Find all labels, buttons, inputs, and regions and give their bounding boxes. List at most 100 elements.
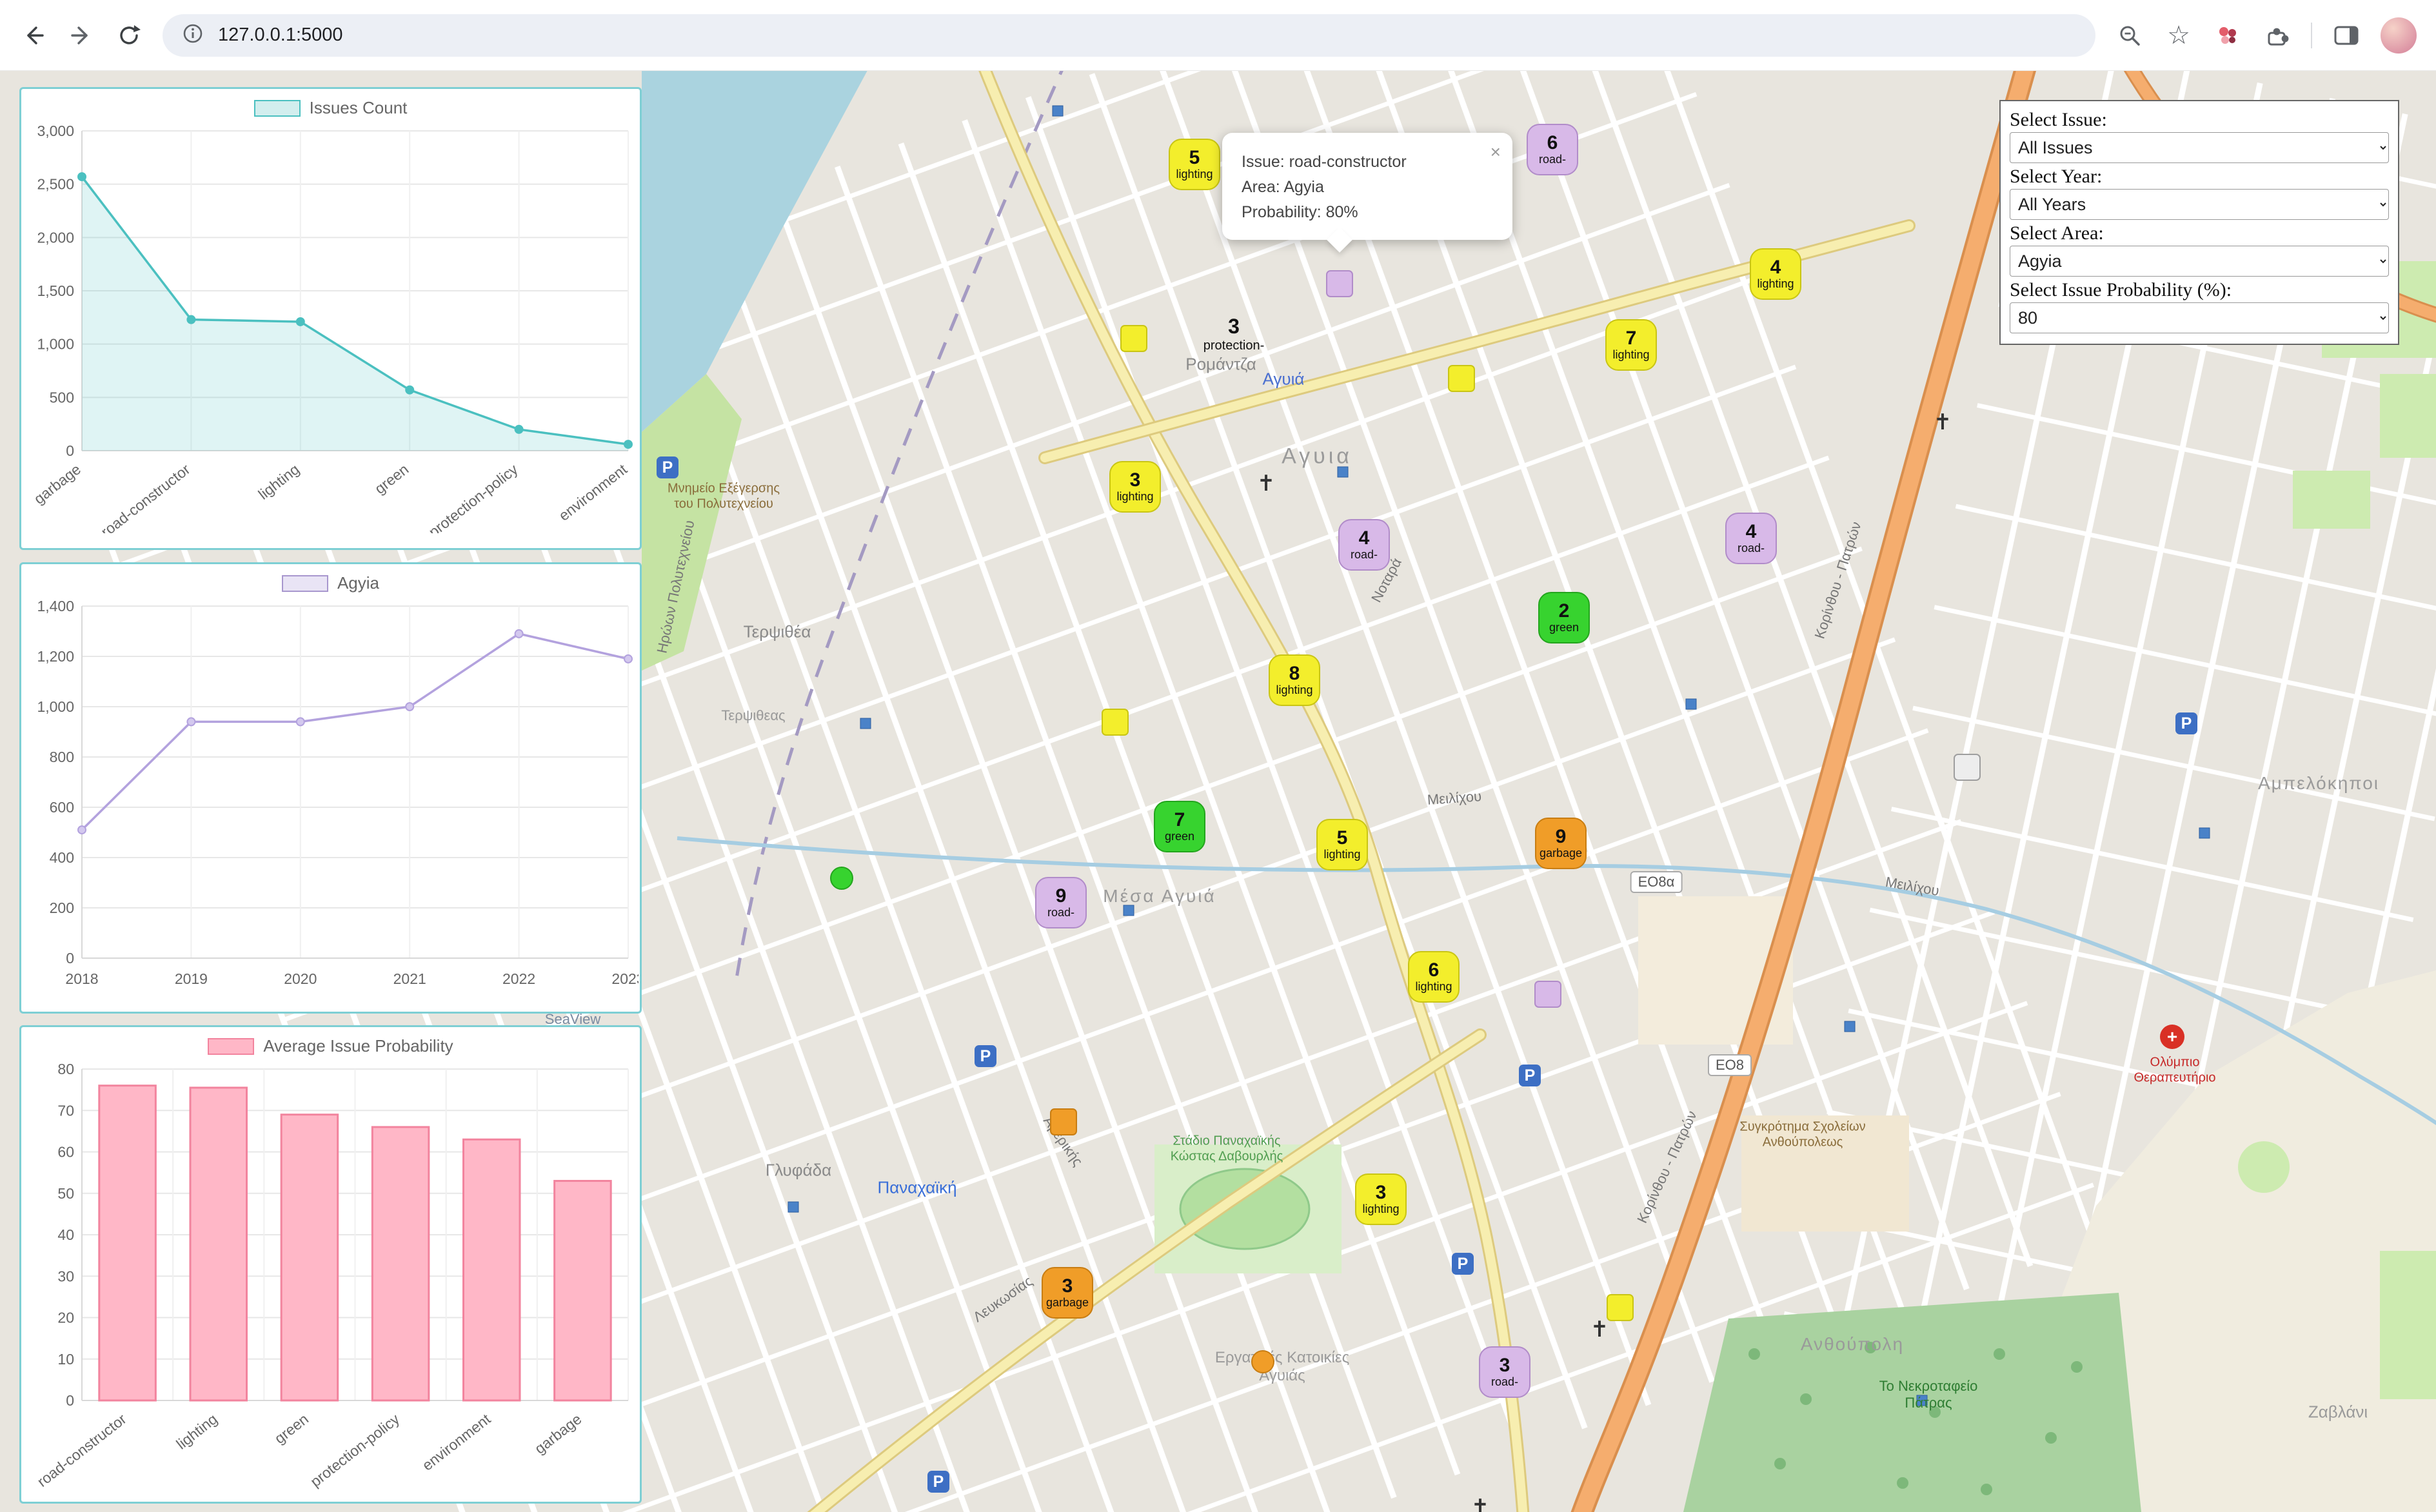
map-marker-lighting[interactable]: 6 lighting bbox=[1408, 951, 1460, 1003]
svg-text:road-constructor: road-constructor bbox=[98, 460, 193, 533]
map-marker-lighting[interactable] bbox=[1102, 709, 1129, 736]
zoom-icon[interactable] bbox=[2115, 21, 2144, 50]
route-badge: ΕΟ8 bbox=[1707, 1054, 1752, 1076]
svg-text:600: 600 bbox=[50, 799, 74, 816]
map-marker-road-[interactable]: 9 road- bbox=[1035, 877, 1087, 928]
map-marker-lighting[interactable]: 5 lighting bbox=[1316, 819, 1368, 870]
address-bar[interactable]: 127.0.0.1:5000 bbox=[163, 14, 2095, 57]
popup-probability-line: Probability: 80% bbox=[1242, 202, 1358, 221]
svg-text:50: 50 bbox=[57, 1185, 74, 1202]
map-marker-garbage[interactable]: 3 garbage bbox=[1042, 1267, 1093, 1319]
extensions-puzzle-icon[interactable] bbox=[2262, 21, 2292, 50]
map-marker-green[interactable]: 7 green bbox=[1154, 801, 1205, 852]
marker-issue-label: lighting bbox=[1362, 1203, 1400, 1215]
church-cross-icon: ✝ bbox=[1590, 1317, 1609, 1342]
probability-select[interactable]: 80 bbox=[2010, 302, 2389, 333]
map-marker-neutral[interactable] bbox=[1954, 754, 1981, 781]
marker-issue-label: green bbox=[1164, 830, 1195, 843]
popup-close-icon[interactable]: × bbox=[1490, 138, 1501, 166]
svg-text:environment: environment bbox=[555, 460, 630, 524]
back-icon[interactable] bbox=[19, 21, 48, 50]
parking-icon: P bbox=[927, 1471, 949, 1493]
year-select[interactable]: All Years bbox=[2010, 189, 2389, 220]
map-marker-lighting[interactable]: 4 lighting bbox=[1750, 248, 1801, 300]
issue-select[interactable]: All Issues bbox=[2010, 132, 2389, 163]
profile-avatar[interactable] bbox=[2381, 17, 2417, 54]
map-marker-garbage[interactable] bbox=[1050, 1108, 1077, 1135]
map-marker-lighting[interactable]: 3 lighting bbox=[1355, 1173, 1407, 1225]
marker-issue-label: green bbox=[1549, 621, 1579, 634]
url-text[interactable]: 127.0.0.1:5000 bbox=[218, 25, 343, 46]
svg-text:1,000: 1,000 bbox=[37, 698, 74, 715]
svg-text:30: 30 bbox=[57, 1268, 74, 1284]
avg-probability-legend-swatch bbox=[208, 1037, 255, 1055]
map-marker-road-[interactable]: 4 road- bbox=[1338, 519, 1390, 571]
marker-count: 3 bbox=[1375, 1182, 1387, 1204]
forward-icon[interactable] bbox=[67, 21, 95, 50]
transit-stop-icon bbox=[1123, 905, 1134, 916]
map-marker-road[interactable] bbox=[1534, 981, 1561, 1008]
map-marker-protection-[interactable]: 3 protection- bbox=[1203, 315, 1265, 353]
area-select[interactable]: Agyia bbox=[2010, 246, 2389, 277]
marker-count: 4 bbox=[1745, 521, 1757, 543]
side-panel-icon[interactable] bbox=[2332, 21, 2361, 50]
marker-issue-label: lighting bbox=[1116, 490, 1154, 503]
marker-issue-label: lighting bbox=[1612, 348, 1650, 361]
marker-count: 2 bbox=[1558, 600, 1570, 622]
filters-panel: Select Issue: All Issues Select Year: Al… bbox=[1999, 100, 2399, 345]
map-marker-lighting[interactable] bbox=[1607, 1294, 1634, 1321]
map-marker-garbage[interactable] bbox=[1251, 1350, 1274, 1373]
issues-count-legend-swatch bbox=[253, 99, 301, 117]
map-marker-lighting[interactable] bbox=[1448, 365, 1475, 392]
marker-issue-label: road- bbox=[1350, 548, 1378, 561]
avg-probability-chart: 0 10 20 30 40 50 60 70 80 road-constructor lightin… bbox=[34, 1061, 629, 1490]
map-marker-green[interactable] bbox=[830, 867, 853, 890]
parking-icon: P bbox=[1452, 1253, 1474, 1275]
marker-issue-label: protection- bbox=[1203, 339, 1265, 353]
marker-count: 6 bbox=[1428, 959, 1440, 981]
map-marker-green[interactable]: 2 green bbox=[1538, 592, 1590, 643]
map-marker-lighting[interactable]: 3 lighting bbox=[1109, 461, 1161, 513]
svg-text:500: 500 bbox=[50, 389, 74, 406]
extension-colored-icon[interactable] bbox=[2213, 21, 2243, 50]
agyia-trend-legend-label: Agyia bbox=[337, 573, 380, 593]
marker-count: 8 bbox=[1289, 663, 1300, 685]
svg-text:2022: 2022 bbox=[502, 970, 535, 987]
reload-icon[interactable] bbox=[115, 21, 143, 50]
transit-stop-icon bbox=[1337, 466, 1349, 478]
transit-stop-icon bbox=[1685, 698, 1697, 710]
marker-count: 4 bbox=[1770, 257, 1781, 279]
site-info-icon[interactable] bbox=[182, 23, 204, 48]
transit-stop-icon bbox=[860, 718, 871, 729]
svg-text:800: 800 bbox=[50, 749, 74, 765]
svg-text:green: green bbox=[371, 460, 411, 497]
map-marker-lighting[interactable] bbox=[1120, 325, 1147, 352]
map-marker-lighting[interactable]: 5 lighting bbox=[1169, 139, 1220, 190]
church-cross-icon: ✝ bbox=[1933, 410, 1952, 435]
map-marker-lighting[interactable]: 7 lighting bbox=[1605, 319, 1657, 371]
popup-area-line: Area: Agyia bbox=[1242, 177, 1324, 196]
svg-text:protection-policy: protection-policy bbox=[426, 460, 521, 533]
parking-icon: P bbox=[2175, 712, 2197, 734]
svg-text:road-constructor: road-constructor bbox=[34, 1410, 130, 1490]
map-marker-garbage[interactable]: 9 garbage bbox=[1535, 818, 1587, 869]
popup-issue-line: Issue: road-constructor bbox=[1242, 153, 1407, 171]
map-marker-road-[interactable]: 3 road- bbox=[1479, 1346, 1530, 1398]
issues-count-legend-label: Issues Count bbox=[309, 98, 408, 117]
issues-count-chart: 0 500 1,000 1,500 2,000 2,500 3,000 garbage road… bbox=[31, 123, 633, 533]
agyia-trend-chart: 0 200 400 600 800 1,000 1,200 1,400 2018 2019 2020… bbox=[37, 598, 639, 987]
avg-probability-legend-label: Average Issue Probability bbox=[263, 1036, 453, 1055]
marker-issue-label: garbage bbox=[1045, 1296, 1089, 1309]
marker-issue-label: garbage bbox=[1539, 847, 1583, 859]
bookmark-star-icon[interactable]: ☆ bbox=[2164, 21, 2193, 50]
svg-text:protection-policy: protection-policy bbox=[307, 1410, 402, 1490]
map-marker-road-[interactable]: 4 road- bbox=[1725, 513, 1777, 564]
marker-count: 5 bbox=[1189, 147, 1200, 169]
map-marker-lighting[interactable]: 8 lighting bbox=[1269, 654, 1320, 706]
map-marker-road[interactable] bbox=[1326, 270, 1353, 297]
issues-count-legend: Issues Count bbox=[23, 98, 639, 118]
svg-text:2018: 2018 bbox=[65, 970, 98, 987]
probability-select-label: Select Issue Probability (%): bbox=[2010, 279, 2232, 300]
map-marker-road-[interactable]: 6 road- bbox=[1527, 124, 1578, 175]
svg-text:1,200: 1,200 bbox=[37, 648, 74, 665]
